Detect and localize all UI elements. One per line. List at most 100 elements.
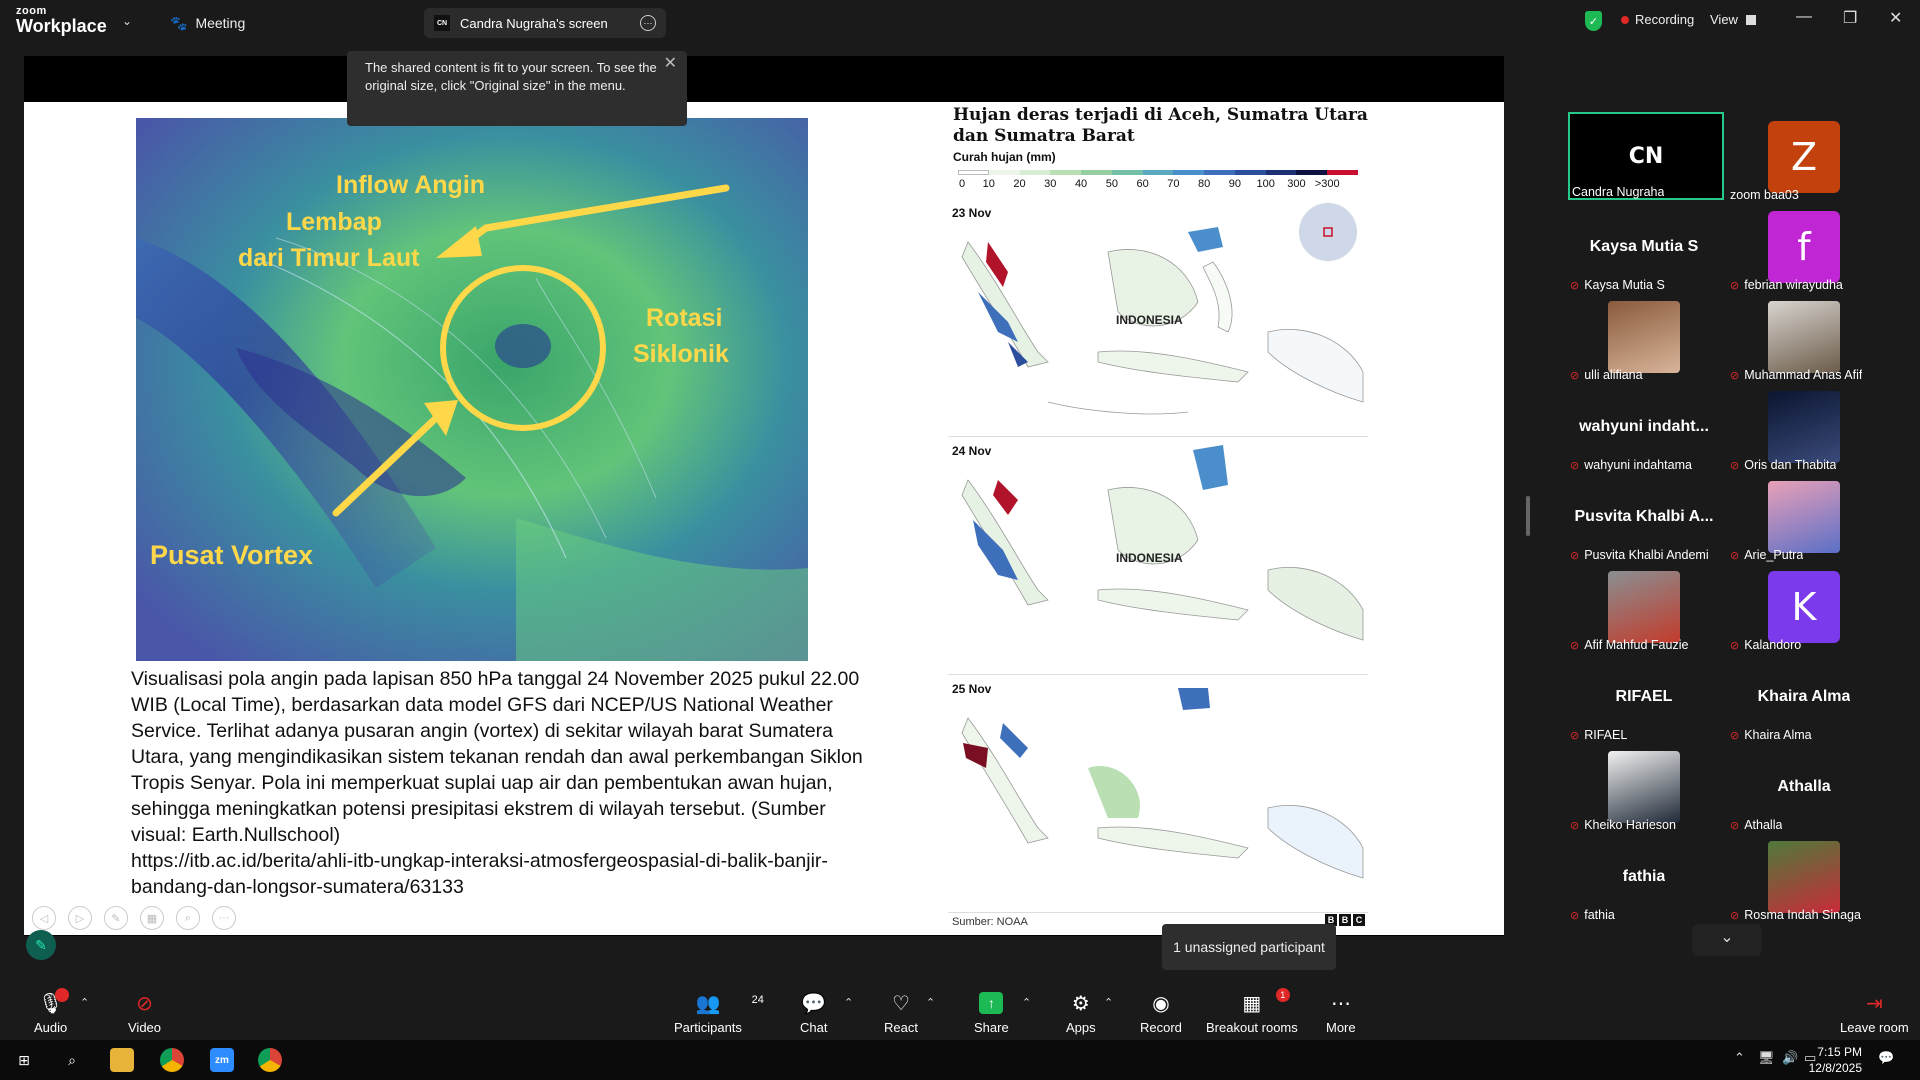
chat-label: Chat — [800, 1020, 828, 1035]
participants-button[interactable]: 👥 24 Participants — [674, 992, 764, 1035]
legend-label: 100 — [1256, 178, 1275, 190]
zoom-app-icon[interactable]: zm — [210, 1048, 234, 1072]
search-icon[interactable]: ⌕ — [60, 1048, 84, 1072]
participant-name-label: ⊘ Muhammad Anas Afif — [1730, 368, 1862, 382]
microphone-muted-icon: ⊘ — [1730, 909, 1740, 922]
meeting-button[interactable]: 🐾 Meeting — [170, 10, 245, 36]
participant-name: Kalandoro — [1744, 638, 1802, 652]
participant-tile[interactable]: ⊘ Oris dan Thabita — [1724, 382, 1884, 472]
participant-photo — [1768, 301, 1840, 373]
apps-icon: ⚙ — [1071, 993, 1090, 1015]
participant-tile[interactable]: ⊘ Rosma Indah Sinaga — [1724, 832, 1884, 922]
tooltip-text: 1 unassigned participant — [1173, 939, 1325, 955]
chevron-up-icon[interactable]: ⌃ — [1104, 996, 1113, 1009]
participant-tile[interactable]: K ⊘ Kalandoro — [1724, 562, 1884, 652]
participant-tile[interactable]: ⊘ Arie_Putra — [1724, 472, 1884, 562]
participant-name: fathia — [1584, 908, 1615, 922]
participant-tile[interactable]: ⊘ Afif Mahfud Fauzie — [1564, 562, 1724, 652]
view-button[interactable]: View — [1710, 12, 1756, 27]
recording-label: Recording — [1635, 12, 1695, 27]
map-day-label: 23 Nov — [952, 206, 992, 220]
gallery-resize-handle[interactable] — [1526, 496, 1530, 536]
more-options-icon[interactable]: ··· — [640, 15, 656, 31]
legend-swatch — [1327, 170, 1358, 175]
volume-icon[interactable]: 🔊 — [1782, 1050, 1798, 1066]
microphone-muted-icon: ⊘ — [1730, 549, 1740, 562]
video-button[interactable]: ⊘ Video — [128, 992, 161, 1035]
participant-tile[interactable]: CN Candra Nugraha — [1564, 112, 1724, 202]
microphone-muted-icon: ⊘ — [1730, 279, 1740, 292]
annotate-pencil-icon[interactable]: ✎ — [26, 930, 56, 960]
clock[interactable]: 7:15 PM 12/8/2025 — [1809, 1044, 1862, 1076]
legend-label: 20 — [1013, 178, 1026, 190]
participant-video — [1734, 841, 1874, 913]
participant-tile[interactable]: Zzoom baa03 — [1724, 112, 1884, 202]
shield-icon[interactable]: ✓ — [1585, 11, 1602, 31]
maximize-icon[interactable]: ❐ — [1843, 8, 1857, 28]
chevron-up-icon[interactable]: ⌃ — [1022, 996, 1031, 1009]
participant-video — [1734, 481, 1874, 553]
legend-swatch — [1050, 170, 1082, 175]
participant-name: Rosma Indah Sinaga — [1744, 908, 1861, 922]
participant-tile[interactable]: ⊘ Muhammad Anas Afif — [1724, 292, 1884, 382]
breakout-rooms-button[interactable]: ▦ 1 Breakout rooms — [1206, 988, 1298, 1035]
record-button[interactable]: ◉ Record — [1140, 992, 1182, 1035]
participant-name-label: ⊘ wahyuni indahtama — [1570, 458, 1692, 472]
windows-start-icon[interactable]: ⊞ — [12, 1048, 36, 1072]
participant-tile[interactable]: Athalla ⊘ Athalla — [1724, 742, 1884, 832]
recording-indicator[interactable]: Recording — [1621, 12, 1694, 27]
source-link: https://itb.ac.id/berita/ahli-itb-ungkap… — [131, 850, 828, 898]
apps-button[interactable]: ⚙ Apps — [1066, 992, 1096, 1035]
chat-button[interactable]: 💬 Chat — [800, 992, 827, 1035]
file-explorer-icon[interactable] — [110, 1048, 134, 1072]
participant-name: Khaira Alma — [1744, 728, 1812, 742]
participant-name: Afif Mahfud Fauzie — [1584, 638, 1689, 652]
participant-tile[interactable]: wahyuni indaht... ⊘ wahyuni indahtama — [1564, 382, 1724, 472]
leave-room-button[interactable]: ⇥ Leave room — [1840, 992, 1909, 1035]
more-button[interactable]: ⋯ More — [1326, 992, 1356, 1035]
participant-tile[interactable]: ⊘ Kheiko Harieson — [1564, 742, 1724, 832]
participant-tile[interactable]: ⊘ ulli alifiana — [1564, 292, 1724, 382]
participant-name: Pusvita Khalbi Andemi — [1584, 548, 1709, 562]
screen-share-pill[interactable]: CN Candra Nugraha's screen ··· — [424, 8, 666, 38]
next-icon[interactable]: ▷ — [68, 906, 92, 930]
layout-icon[interactable]: ▦ — [140, 906, 164, 930]
chevron-up-icon[interactable]: ⌃ — [1734, 1050, 1745, 1066]
chevron-down-icon[interactable]: ⌄ — [122, 14, 132, 28]
share-button[interactable]: ↑ Share — [974, 992, 1009, 1035]
fit-screen-notice: The shared content is fit to your screen… — [347, 51, 687, 126]
pen-icon[interactable]: ✎ — [104, 906, 128, 930]
chevron-down-icon[interactable]: ⌄ — [1692, 924, 1762, 956]
chrome-icon[interactable] — [160, 1048, 184, 1072]
country-label: INDONESIA — [1116, 313, 1183, 327]
apps-label: Apps — [1066, 1020, 1096, 1035]
prev-icon[interactable]: ◁ — [32, 906, 56, 930]
notifications-icon[interactable]: 💬 — [1878, 1050, 1894, 1066]
participant-tile[interactable]: Khaira Alma ⊘ Khaira Alma — [1724, 652, 1884, 742]
video-label: Video — [128, 1020, 162, 1035]
chevron-up-icon[interactable]: ⌃ — [926, 996, 935, 1009]
participant-tile[interactable]: f ⊘ febrian wirayudha — [1724, 202, 1884, 292]
rain-map-day-1: 23 Nov INDONESIA — [948, 201, 1368, 437]
close-icon[interactable]: ✕ — [664, 55, 677, 73]
more-icon[interactable]: ··· — [212, 906, 236, 930]
chevron-up-icon[interactable]: ⌃ — [80, 996, 89, 1009]
participant-name-label: ⊘ Oris dan Thabita — [1730, 458, 1836, 472]
microphone-muted-icon: ⊘ — [1730, 459, 1740, 472]
participant-tile[interactable]: fathia ⊘ fathia — [1564, 832, 1724, 922]
minimize-icon[interactable]: — — [1796, 8, 1812, 26]
zoom-icon[interactable]: ⌕ — [176, 906, 200, 930]
microphone-muted-icon: ⊘ — [1570, 549, 1580, 562]
close-icon[interactable]: ✕ — [1889, 8, 1902, 28]
participant-tile[interactable]: Kaysa Mutia S ⊘ Kaysa Mutia S — [1564, 202, 1724, 292]
legend-color-bar — [958, 170, 1358, 175]
audio-button[interactable]: 🎙 Audio — [34, 988, 70, 1035]
react-button[interactable]: ♡ React — [884, 992, 918, 1035]
participant-name: zoom baa03 — [1730, 188, 1799, 202]
network-icon[interactable]: 🖥 — [1758, 1050, 1775, 1066]
chevron-up-icon[interactable]: ⌃ — [844, 996, 853, 1009]
react-icon: ♡ — [892, 993, 910, 1015]
chrome-icon[interactable] — [258, 1048, 282, 1072]
participant-tile[interactable]: Pusvita Khalbi A... ⊘ Pusvita Khalbi Andem… — [1564, 472, 1724, 562]
participant-tile[interactable]: RIFAEL ⊘ RIFAEL — [1564, 652, 1724, 742]
